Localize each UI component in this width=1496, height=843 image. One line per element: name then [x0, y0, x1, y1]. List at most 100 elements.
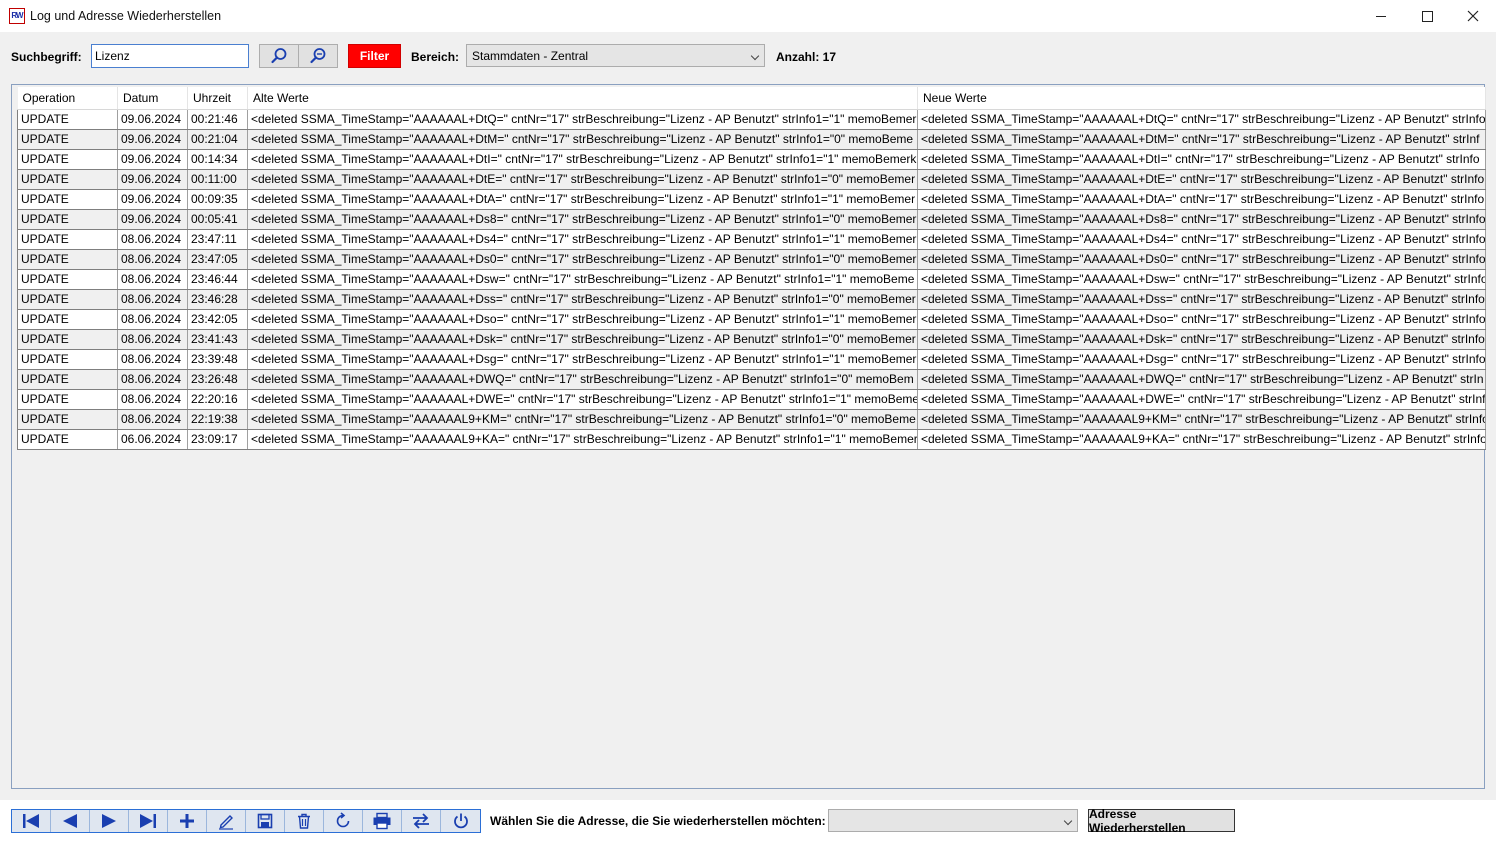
table-row[interactable]: UPDATE 08.06.2024 23:41:43 <deleted SSMA_Ti…	[17, 329, 1486, 350]
column-header[interactable]: Alte Werte	[247, 87, 918, 110]
time-cell[interactable]: 23:47:05	[187, 249, 248, 270]
new-values-cell[interactable]: <deleted SSMA_TimeStamp="AAAAAAL+DtA=" c…	[917, 189, 1486, 210]
last-record-button[interactable]	[129, 810, 168, 832]
column-header[interactable]: Neue Werte	[917, 87, 1486, 110]
date-cell[interactable]: 08.06.2024	[117, 369, 188, 390]
table-row[interactable]: UPDATE 08.06.2024 22:20:16 <deleted SSMA_Ti…	[17, 389, 1486, 410]
date-cell[interactable]: 08.06.2024	[117, 309, 188, 330]
time-cell[interactable]: 00:05:41	[187, 209, 248, 230]
operation-cell[interactable]: UPDATE	[17, 329, 118, 350]
old-values-cell[interactable]: <deleted SSMA_TimeStamp="AAAAAAL+Dsg=" c…	[247, 349, 918, 370]
search-next-button[interactable]	[298, 44, 338, 68]
operation-cell[interactable]: UPDATE	[17, 369, 118, 390]
old-values-cell[interactable]: <deleted SSMA_TimeStamp="AAAAAAL+Ds0=" c…	[247, 249, 918, 270]
first-record-button[interactable]	[12, 810, 51, 832]
print-button[interactable]	[363, 810, 402, 832]
time-cell[interactable]: 00:21:04	[187, 129, 248, 150]
new-values-cell[interactable]: <deleted SSMA_TimeStamp="AAAAAAL+DtE=" c…	[917, 169, 1486, 190]
search-button[interactable]	[259, 44, 299, 68]
table-row[interactable]: UPDATE 08.06.2024 23:26:48 <deleted SSMA_Ti…	[17, 369, 1486, 390]
save-record-button[interactable]	[246, 810, 285, 832]
table-row[interactable]: UPDATE 08.06.2024 23:39:48 <deleted SSMA_Ti…	[17, 349, 1486, 370]
operation-cell[interactable]: UPDATE	[17, 349, 118, 370]
date-cell[interactable]: 08.06.2024	[117, 409, 188, 430]
operation-cell[interactable]: UPDATE	[17, 409, 118, 430]
table-row[interactable]: UPDATE 06.06.2024 23:09:17 <deleted SSMA_Ti…	[17, 429, 1486, 450]
date-cell[interactable]: 08.06.2024	[117, 349, 188, 370]
table-row[interactable]: UPDATE 09.06.2024 00:09:35 <deleted SSMA_Ti…	[17, 189, 1486, 210]
time-cell[interactable]: 23:46:28	[187, 289, 248, 310]
new-values-cell[interactable]: <deleted SSMA_TimeStamp="AAAAAAL+DtI=" c…	[917, 149, 1486, 170]
table-row[interactable]: UPDATE 08.06.2024 23:47:11 <deleted SSMA_Ti…	[17, 229, 1486, 250]
time-cell[interactable]: 22:19:38	[187, 409, 248, 430]
old-values-cell[interactable]: <deleted SSMA_TimeStamp="AAAAAAL+Dsw=" c…	[247, 269, 918, 290]
new-values-cell[interactable]: <deleted SSMA_TimeStamp="AAAAAAL+Dsw=" c…	[917, 269, 1486, 290]
table-row[interactable]: UPDATE 09.06.2024 00:11:00 <deleted SSMA_Ti…	[17, 169, 1486, 190]
date-cell[interactable]: 08.06.2024	[117, 269, 188, 290]
table-row[interactable]: UPDATE 08.06.2024 23:47:05 <deleted SSMA_Ti…	[17, 249, 1486, 270]
operation-cell[interactable]: UPDATE	[17, 189, 118, 210]
time-cell[interactable]: 23:46:44	[187, 269, 248, 290]
date-cell[interactable]: 09.06.2024	[117, 129, 188, 150]
table-row[interactable]: UPDATE 08.06.2024 23:46:44 <deleted SSMA_Ti…	[17, 269, 1486, 290]
old-values-cell[interactable]: <deleted SSMA_TimeStamp="AAAAAAL+DtA=" c…	[247, 189, 918, 210]
table-row[interactable]: UPDATE 08.06.2024 23:42:05 <deleted SSMA_Ti…	[17, 309, 1486, 330]
old-values-cell[interactable]: <deleted SSMA_TimeStamp="AAAAAAL+DtM=" c…	[247, 129, 918, 150]
date-cell[interactable]: 08.06.2024	[117, 249, 188, 270]
new-values-cell[interactable]: <deleted SSMA_TimeStamp="AAAAAAL+DWE=" c…	[917, 389, 1486, 410]
date-cell[interactable]: 09.06.2024	[117, 149, 188, 170]
new-values-cell[interactable]: <deleted SSMA_TimeStamp="AAAAAAL+Ds4=" c…	[917, 229, 1486, 250]
delete-record-button[interactable]	[285, 810, 324, 832]
old-values-cell[interactable]: <deleted SSMA_TimeStamp="AAAAAAL+DWQ=" c…	[247, 369, 918, 390]
table-row[interactable]: UPDATE 08.06.2024 23:46:28 <deleted SSMA_Ti…	[17, 289, 1486, 310]
old-values-cell[interactable]: <deleted SSMA_TimeStamp="AAAAAAL+DtQ=" c…	[247, 109, 918, 130]
time-cell[interactable]: 23:41:43	[187, 329, 248, 350]
restore-address-button[interactable]: Adresse Wiederherstellen	[1088, 807, 1235, 835]
operation-cell[interactable]: UPDATE	[17, 209, 118, 230]
table-row[interactable]: UPDATE 09.06.2024 00:21:46 <deleted SSMA_Ti…	[17, 109, 1486, 130]
old-values-cell[interactable]: <deleted SSMA_TimeStamp="AAAAAAL+Dss=" c…	[247, 289, 918, 310]
column-header[interactable]: Uhrzeit	[187, 87, 248, 110]
old-values-cell[interactable]: <deleted SSMA_TimeStamp="AAAAAAL+Dso=" c…	[247, 309, 918, 330]
minimize-button[interactable]	[1358, 0, 1404, 32]
old-values-cell[interactable]: <deleted SSMA_TimeStamp="AAAAAAL9+KA=" c…	[247, 429, 918, 450]
operation-cell[interactable]: UPDATE	[17, 229, 118, 250]
time-cell[interactable]: 00:14:34	[187, 149, 248, 170]
time-cell[interactable]: 23:39:48	[187, 349, 248, 370]
date-cell[interactable]: 09.06.2024	[117, 189, 188, 210]
operation-cell[interactable]: UPDATE	[17, 129, 118, 150]
new-values-cell[interactable]: <deleted SSMA_TimeStamp="AAAAAAL+Ds8=" c…	[917, 209, 1486, 230]
edit-record-button[interactable]	[207, 810, 246, 832]
previous-record-button[interactable]	[51, 810, 90, 832]
operation-cell[interactable]: UPDATE	[17, 169, 118, 190]
date-cell[interactable]: 09.06.2024	[117, 209, 188, 230]
maximize-button[interactable]	[1404, 0, 1450, 32]
log-table[interactable]: Operation Datum Uhrzeit Alte Werte Neue Wert…	[17, 87, 1486, 450]
operation-cell[interactable]: UPDATE	[17, 269, 118, 290]
date-cell[interactable]: 08.06.2024	[117, 329, 188, 350]
close-button[interactable]	[1450, 0, 1496, 32]
table-row[interactable]: UPDATE 08.06.2024 22:19:38 <deleted SSMA_Ti…	[17, 409, 1486, 430]
operation-cell[interactable]: UPDATE	[17, 309, 118, 330]
operation-cell[interactable]: UPDATE	[17, 389, 118, 410]
date-cell[interactable]: 09.06.2024	[117, 169, 188, 190]
time-cell[interactable]: 22:20:16	[187, 389, 248, 410]
old-values-cell[interactable]: <deleted SSMA_TimeStamp="AAAAAAL+Ds4=" c…	[247, 229, 918, 250]
table-row[interactable]: UPDATE 09.06.2024 00:14:34 <deleted SSMA_Ti…	[17, 149, 1486, 170]
new-values-cell[interactable]: <deleted SSMA_TimeStamp="AAAAAAL+Ds0=" c…	[917, 249, 1486, 270]
date-cell[interactable]: 08.06.2024	[117, 229, 188, 250]
new-values-cell[interactable]: <deleted SSMA_TimeStamp="AAAAAAL9+KM=" c…	[917, 409, 1486, 430]
time-cell[interactable]: 00:09:35	[187, 189, 248, 210]
table-row[interactable]: UPDATE 09.06.2024 00:05:41 <deleted SSMA_Ti…	[17, 209, 1486, 230]
old-values-cell[interactable]: <deleted SSMA_TimeStamp="AAAAAAL+DtI=" c…	[247, 149, 918, 170]
new-values-cell[interactable]: <deleted SSMA_TimeStamp="AAAAAAL+DWQ=" c…	[917, 369, 1486, 390]
next-record-button[interactable]	[90, 810, 129, 832]
column-header[interactable]: Operation	[17, 87, 118, 110]
area-select[interactable]: Stammdaten - Zentral	[466, 44, 765, 67]
date-cell[interactable]: 09.06.2024	[117, 109, 188, 130]
old-values-cell[interactable]: <deleted SSMA_TimeStamp="AAAAAAL9+KM=" c…	[247, 409, 918, 430]
time-cell[interactable]: 00:11:00	[187, 169, 248, 190]
time-cell[interactable]: 23:26:48	[187, 369, 248, 390]
refresh-button[interactable]	[324, 810, 363, 832]
operation-cell[interactable]: UPDATE	[17, 109, 118, 130]
